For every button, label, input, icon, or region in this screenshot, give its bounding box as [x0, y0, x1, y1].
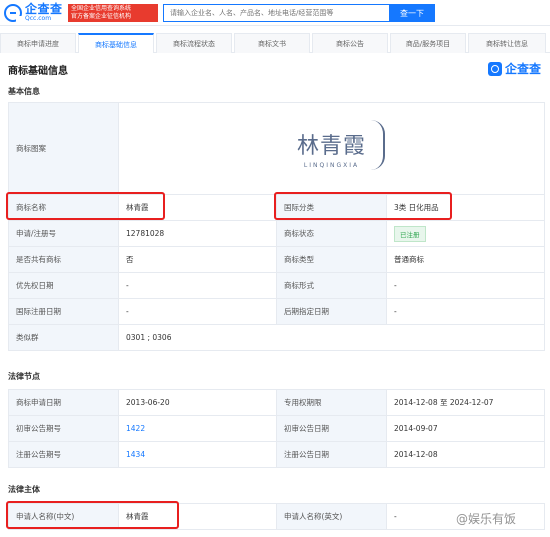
- field-label: 是否共有商标: [8, 246, 119, 273]
- registration-issue-link[interactable]: 1434: [118, 441, 277, 468]
- table-row: 类似群 0301 ; 0306: [8, 324, 546, 351]
- slogan-line-2: 官方备案企业征信机构: [71, 13, 132, 20]
- tab-basic-info[interactable]: 商标基础信息: [78, 33, 154, 53]
- shared-trademark-value: 否: [118, 246, 277, 273]
- preliminary-date-value: 2014-09-07: [386, 415, 545, 442]
- legal-dates-table: 商标申请日期 2013-06-20 专用权期限 2014-12-08 至 202…: [8, 389, 545, 468]
- section-title: 商标基础信息: [8, 66, 68, 77]
- top-header: 企查查 Qcc.com 全国企业信用查询系统 官方备案企业征信机构 查一下: [0, 0, 550, 26]
- field-label: 初审公告期号: [8, 415, 119, 442]
- trademark-image-en: LINQINGXIA: [303, 162, 360, 169]
- field-label: 国际注册日期: [8, 298, 119, 325]
- highlight-box-applicant-name: [6, 501, 179, 529]
- trademark-type-value: 普通商标: [385, 246, 546, 273]
- field-label: 后期指定日期: [276, 298, 387, 325]
- tab-goods-services[interactable]: 商品/服务项目: [390, 33, 466, 53]
- qcc-watermark-logo: 企查查: [488, 60, 541, 77]
- field-label: 商标形式: [276, 272, 387, 299]
- trademark-image-label: 商标图案: [8, 102, 119, 195]
- field-label: 类似群: [8, 324, 119, 351]
- field-label: 商标类型: [276, 246, 387, 273]
- table-row: 是否共有商标 否 商标类型 普通商标: [8, 246, 546, 273]
- trademark-tabs: 商标申请进度 商标基础信息 商标流程状态 商标文书 商标公告 商品/服务项目 商…: [0, 33, 550, 53]
- logo-domain: Qcc.com: [25, 15, 52, 22]
- trademark-image-cell: 林青霞 LINQINGXIA: [117, 102, 546, 195]
- tab-announcements[interactable]: 商标公告: [312, 33, 388, 53]
- table-row: 国际注册日期 - 后期指定日期 -: [8, 298, 546, 325]
- highlight-box-intl-class: [274, 192, 452, 220]
- field-label: 专用权期限: [276, 389, 387, 416]
- similar-group-value: 0301 ; 0306: [117, 324, 546, 351]
- table-row: 初审公告期号 1422 初审公告日期 2014-09-07: [8, 415, 545, 442]
- weibo-watermark: @娱乐有饭: [456, 512, 517, 526]
- tab-documents[interactable]: 商标文书: [234, 33, 310, 53]
- trademark-image-cn: 林青霞: [297, 134, 367, 159]
- basic-info-table: 商标图案 林青霞 LINQINGXIA 商标名称 林青霞 国际分类 3类 日化用…: [8, 102, 546, 351]
- tab-transfer-info[interactable]: 商标转让信息: [468, 33, 546, 53]
- search-button[interactable]: 查一下: [389, 4, 435, 22]
- trademark-image[interactable]: 林青霞 LINQINGXIA: [270, 113, 393, 184]
- legal-subject-title: 法律主体: [8, 485, 40, 494]
- slogan-badge: 全国企业信用查询系统 官方备案企业征信机构: [68, 4, 158, 22]
- field-label: 注册公告日期: [276, 441, 387, 468]
- table-row: 申请/注册号 12781028 商标状态 已注册: [8, 220, 546, 247]
- trademark-form-value: -: [385, 272, 546, 299]
- logo-name: 企查查: [25, 2, 63, 16]
- qcc-badge-text: 企查查: [505, 62, 542, 76]
- table-row: 注册公告期号 1434 注册公告日期 2014-12-08: [8, 441, 545, 468]
- field-label: 注册公告期号: [8, 441, 119, 468]
- highlight-box-trademark-name: [6, 192, 165, 220]
- field-label: 优先权日期: [8, 272, 119, 299]
- preliminary-issue-link[interactable]: 1422: [118, 415, 277, 442]
- qcc-logo-icon: [488, 61, 502, 76]
- field-label: 初审公告日期: [276, 415, 387, 442]
- legal-dates-title: 法律节点: [8, 372, 40, 381]
- later-designation-date-value: -: [385, 298, 546, 325]
- slogan-line-1: 全国企业信用查询系统: [71, 5, 132, 12]
- decorative-stroke: [371, 119, 385, 170]
- field-label: 商标状态: [276, 220, 387, 247]
- table-row: 优先权日期 - 商标形式 -: [8, 272, 546, 299]
- qcc-logo-icon: [4, 4, 22, 22]
- basic-info-title: 基本信息: [8, 87, 40, 96]
- field-label: 申请人名称(英文): [276, 503, 387, 530]
- qcc-logo[interactable]: 企查查 Qcc.com: [4, 3, 63, 22]
- table-row: 商标图案 林青霞 LINQINGXIA: [8, 102, 546, 195]
- table-row: 商标申请日期 2013-06-20 专用权期限 2014-12-08 至 202…: [8, 389, 545, 416]
- field-label: 商标申请日期: [8, 389, 119, 416]
- tab-application-progress[interactable]: 商标申请进度: [0, 33, 76, 53]
- intl-registration-date-value: -: [118, 298, 277, 325]
- search-input[interactable]: [163, 4, 389, 22]
- registration-number-value: 12781028: [118, 220, 277, 247]
- exclusive-right-period-value: 2014-12-08 至 2024-12-07: [386, 389, 545, 416]
- status-badge: 已注册: [394, 225, 426, 242]
- field-label: 申请/注册号: [8, 220, 119, 247]
- status-cell: 已注册: [385, 220, 546, 247]
- registration-date-value: 2014-12-08: [386, 441, 545, 468]
- priority-date-value: -: [118, 272, 277, 299]
- application-date-value: 2013-06-20: [118, 389, 277, 416]
- tab-process-status[interactable]: 商标流程状态: [156, 33, 232, 53]
